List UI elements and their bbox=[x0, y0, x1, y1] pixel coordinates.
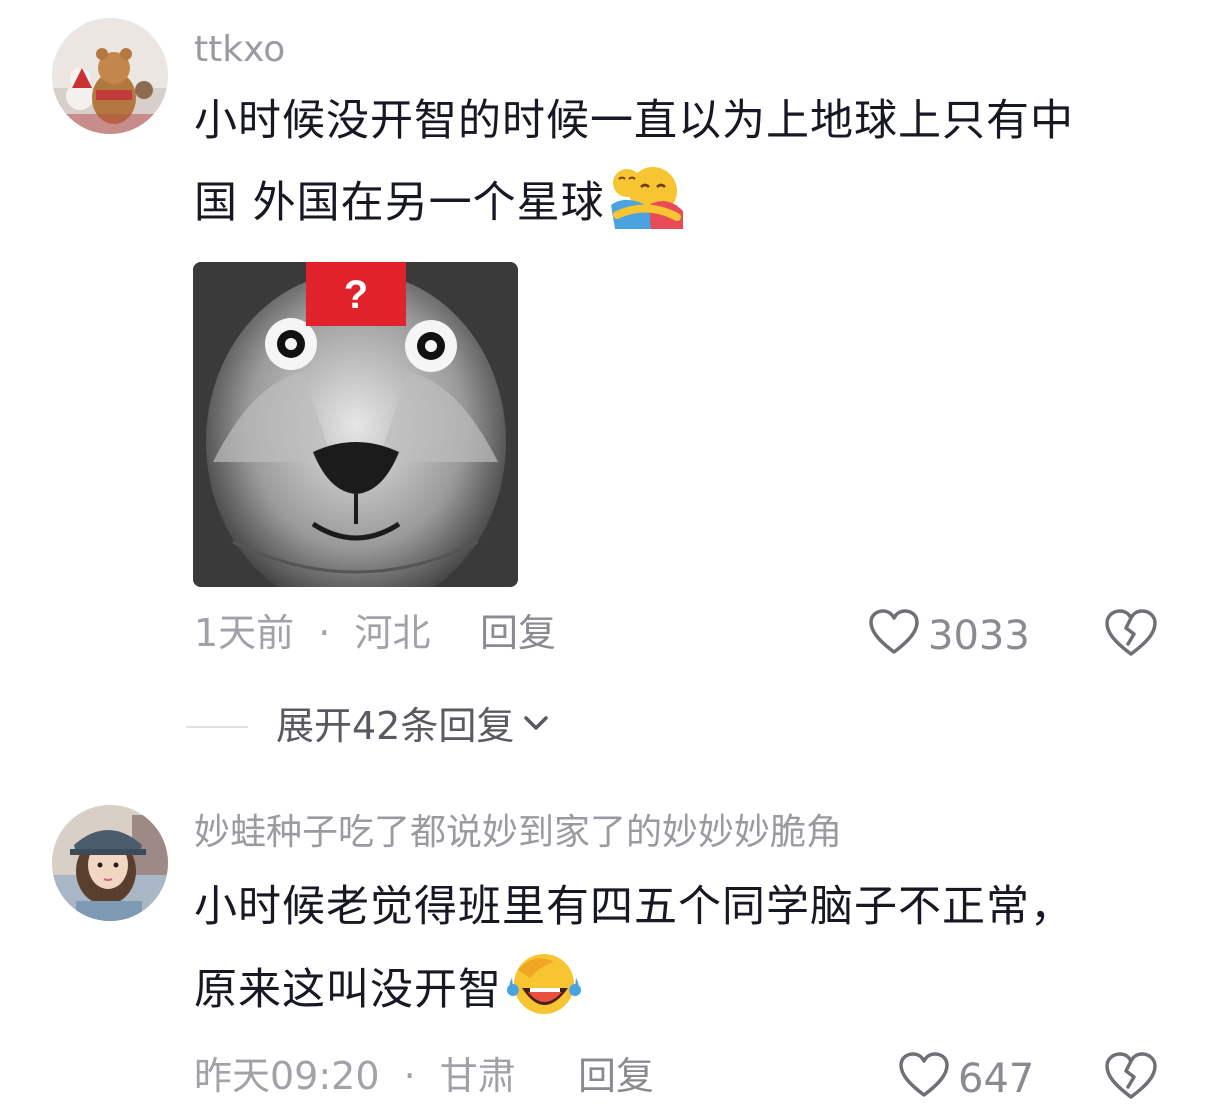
heart-outline-icon bbox=[868, 608, 920, 663]
expand-replies-button[interactable]: 展开42条回复 bbox=[276, 707, 552, 745]
broken-heart-icon bbox=[1104, 609, 1158, 662]
heart-outline-icon bbox=[898, 1051, 950, 1106]
comment-text: 小时候老觉得班里有四五个同学脑子不正常， 原来这叫没开智 bbox=[194, 866, 1184, 1045]
broken-heart-icon bbox=[1104, 1052, 1158, 1105]
avatar[interactable] bbox=[52, 18, 168, 134]
comment-meta: 1天前 · 河北 bbox=[194, 614, 430, 652]
rofl-emoji-icon bbox=[504, 948, 584, 1045]
dislike-button[interactable] bbox=[1104, 608, 1158, 662]
timestamp: 昨天09:20 bbox=[194, 1054, 380, 1098]
avatar[interactable] bbox=[52, 805, 168, 921]
dislike-button[interactable] bbox=[1104, 1051, 1158, 1105]
meta-separator: · bbox=[318, 611, 331, 655]
like-count: 3033 bbox=[928, 612, 1030, 659]
comment-text-line: 小时候没开智的时候一直以为上地球上只有中 bbox=[194, 96, 1074, 146]
hugging-face-emoji-icon bbox=[607, 165, 687, 258]
expand-divider bbox=[186, 726, 248, 728]
comment-text-line: 国 外国在另一个星球 bbox=[194, 162, 1184, 258]
location: 甘肃 bbox=[439, 1054, 516, 1098]
comment-text: 小时候没开智的时候一直以为上地球上只有中 国 外国在另一个星球 bbox=[194, 80, 1184, 258]
meta-separator: · bbox=[403, 1054, 416, 1098]
timestamp: 1天前 bbox=[194, 611, 295, 655]
comment-image[interactable]: ? bbox=[193, 262, 518, 587]
username[interactable]: 妙蛙种子吃了都说妙到家了的妙妙妙脆角 bbox=[194, 815, 842, 851]
comment-meta: 昨天09:20 · 甘肃 bbox=[194, 1057, 516, 1095]
like-count: 647 bbox=[958, 1055, 1035, 1102]
chevron-down-icon bbox=[520, 707, 552, 745]
username[interactable]: ttkxo bbox=[194, 32, 285, 68]
comment-text-line: 小时候老觉得班里有四五个同学脑子不正常， bbox=[194, 882, 1074, 932]
location: 河北 bbox=[354, 611, 431, 655]
like-button[interactable]: 3033 bbox=[868, 608, 1030, 663]
comment-text-line: 原来这叫没开智 bbox=[194, 948, 1184, 1045]
expand-replies-label: 展开42条回复 bbox=[276, 704, 515, 748]
question-badge: ? bbox=[344, 273, 368, 317]
reply-button[interactable]: 回复 bbox=[578, 1057, 654, 1095]
like-button[interactable]: 647 bbox=[898, 1051, 1034, 1106]
reply-button[interactable]: 回复 bbox=[480, 614, 556, 652]
